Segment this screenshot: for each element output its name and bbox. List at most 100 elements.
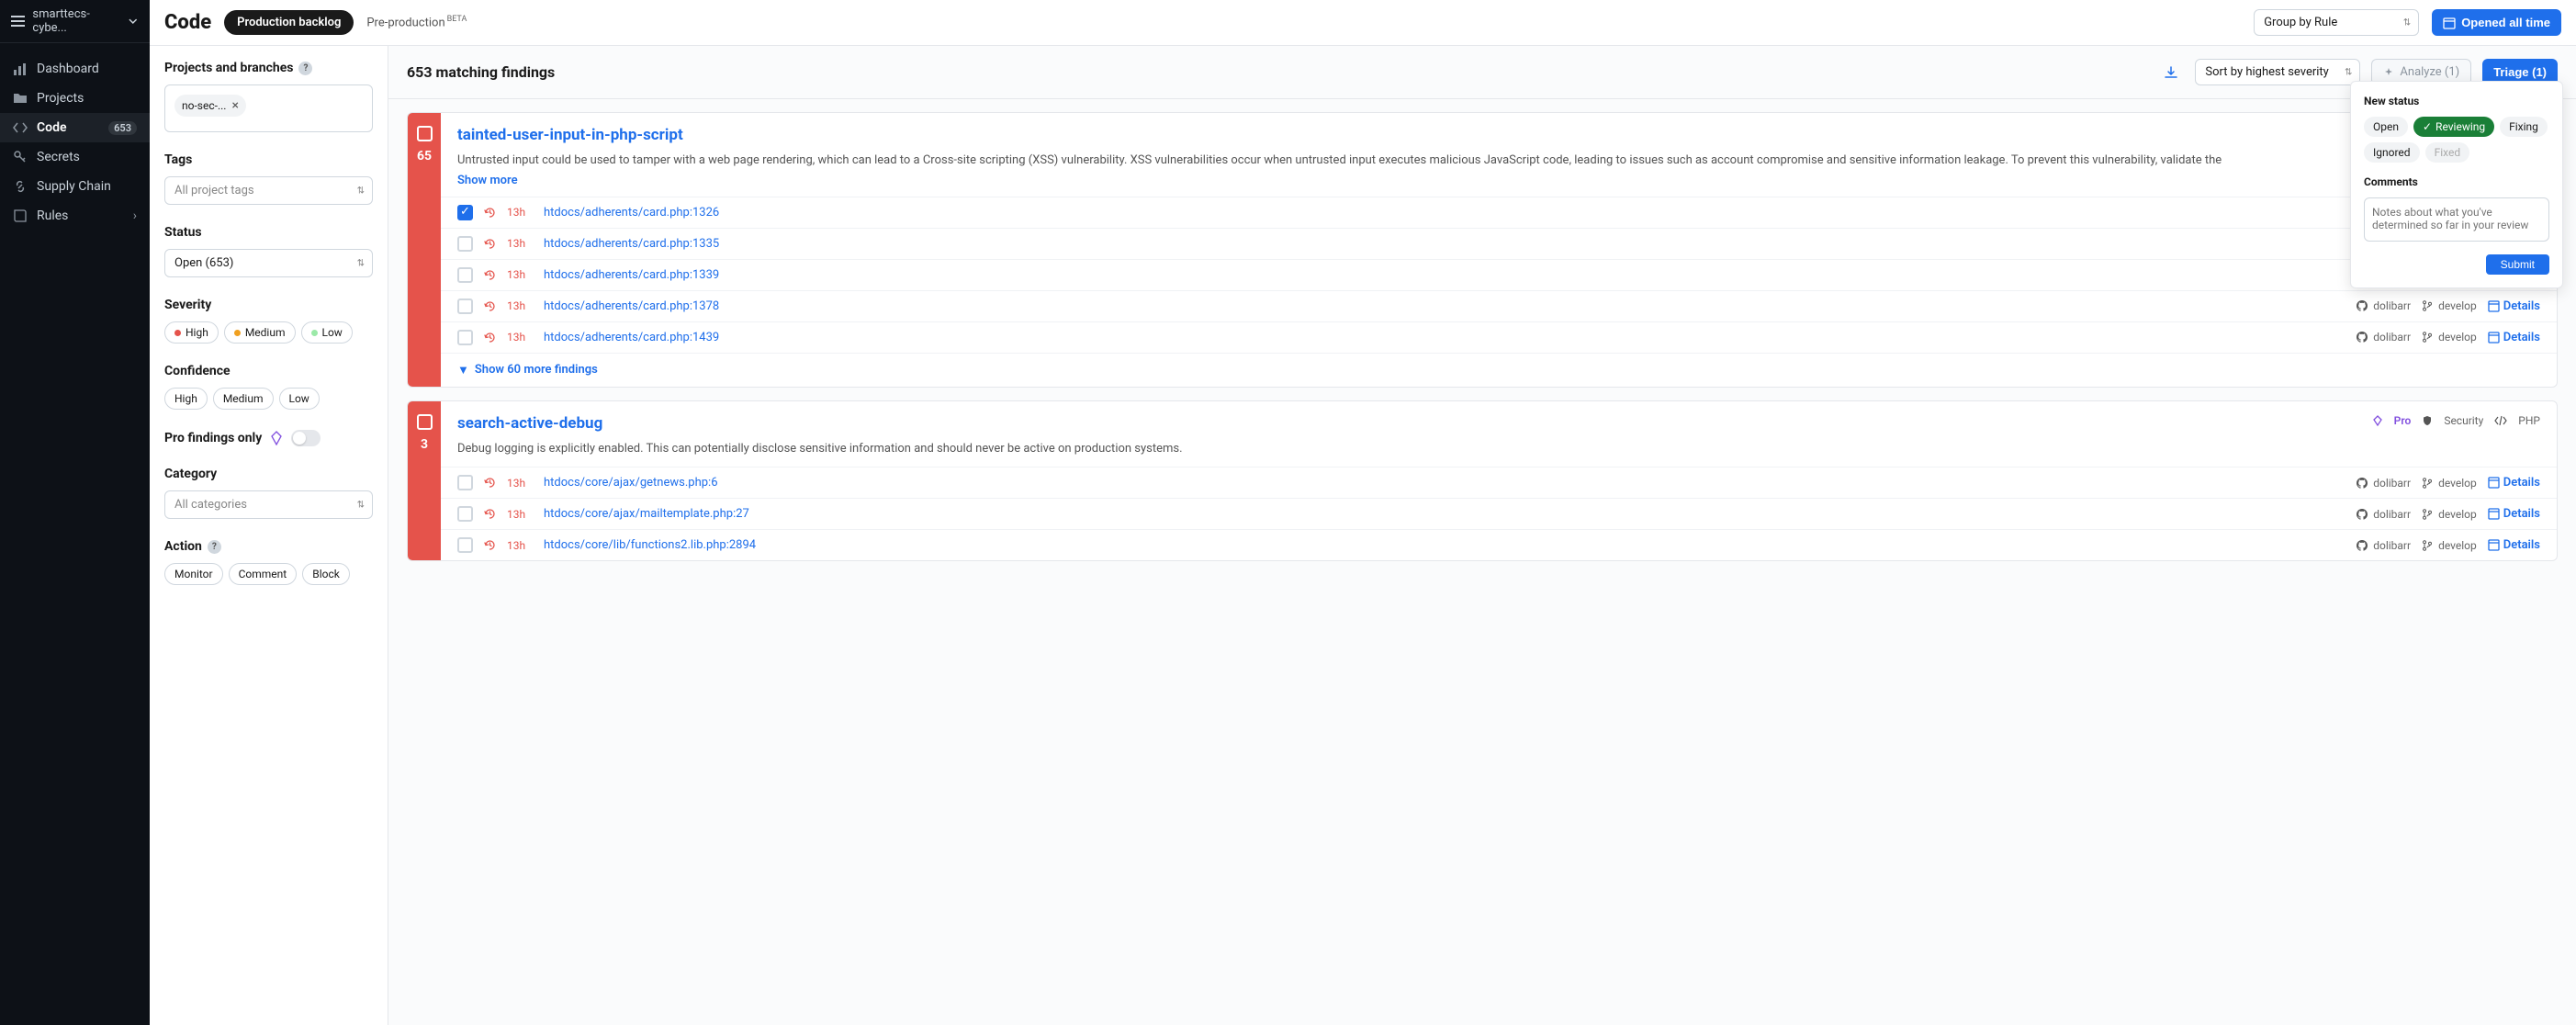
row-checkbox[interactable]: [457, 236, 473, 252]
sort-select[interactable]: Sort by highest severity ⇅: [2195, 59, 2360, 85]
window-icon: [2488, 332, 2500, 344]
category-select[interactable]: All categories ⇅: [164, 490, 373, 519]
finding-row: 13h htdocs/adherents/card.php:1439 dolib…: [441, 321, 2557, 353]
nav-item-dashboard[interactable]: Dashboard: [0, 54, 150, 84]
row-time: 13h: [507, 477, 533, 490]
submit-button[interactable]: Submit: [2486, 254, 2549, 275]
tab-production-backlog[interactable]: Production backlog: [224, 10, 354, 35]
details-link[interactable]: Details: [2488, 299, 2540, 313]
shield-icon: [2422, 415, 2433, 426]
row-branch: develop: [2422, 477, 2477, 490]
row-time: 13h: [507, 206, 533, 219]
findings-area: 653 matching findings Sort by highest se…: [388, 46, 2576, 1025]
row-path[interactable]: htdocs/adherents/card.php:1439: [544, 331, 719, 344]
diamond-icon: [269, 431, 284, 445]
details-link[interactable]: Details: [2488, 331, 2540, 344]
nav-item-code[interactable]: Code653: [0, 113, 150, 142]
nav: DashboardProjectsCode653SecretsSupply Ch…: [0, 43, 150, 231]
confidence-chip-high[interactable]: High: [164, 388, 208, 410]
confidence-chip-medium[interactable]: Medium: [213, 388, 274, 410]
project-chip: no-sec-... ×: [174, 95, 246, 117]
nav-item-projects[interactable]: Projects: [0, 84, 150, 113]
row-repo: dolibarr: [2357, 331, 2411, 344]
opened-all-time-button[interactable]: Opened all time: [2432, 9, 2561, 36]
nav-item-rules[interactable]: Rules›: [0, 201, 150, 231]
row-checkbox[interactable]: [457, 205, 473, 220]
action-chip-monitor[interactable]: Monitor: [164, 563, 223, 585]
row-checkbox[interactable]: [457, 267, 473, 283]
filters-panel: Projects and branches ? no-sec-... × Tag…: [150, 46, 388, 1025]
status-chip-ignored[interactable]: Ignored: [2364, 142, 2420, 163]
rule-name[interactable]: search-active-debug: [457, 414, 2354, 433]
new-status-label: New status: [2364, 95, 2549, 107]
confidence-chip-low[interactable]: Low: [279, 388, 320, 410]
row-path[interactable]: htdocs/adherents/card.php:1339: [544, 268, 719, 282]
clock-back-icon: [484, 508, 496, 520]
status-chip-reviewing[interactable]: ✓ Reviewing: [2413, 117, 2494, 137]
filter-status-label: Status: [164, 225, 373, 240]
card-count: 3: [421, 437, 428, 452]
finding-row: 13h htdocs/core/ajax/mailtemplate.php:27…: [441, 498, 2557, 529]
details-link[interactable]: Details: [2488, 507, 2540, 521]
branch-icon: [2422, 478, 2433, 489]
status-chip-open[interactable]: Open: [2364, 117, 2408, 137]
org-switcher[interactable]: smarttecs-cybe...: [0, 0, 150, 43]
org-name: smarttecs-cybe...: [32, 7, 120, 35]
row-path[interactable]: htdocs/core/ajax/getnews.php:6: [544, 476, 718, 490]
show-more-desc[interactable]: Show more: [457, 174, 518, 187]
row-path[interactable]: htdocs/adherents/card.php:1335: [544, 237, 719, 251]
comments-label: Comments: [2364, 175, 2549, 188]
clock-back-icon: [484, 269, 496, 281]
row-checkbox[interactable]: [457, 475, 473, 490]
window-icon: [2488, 300, 2500, 312]
github-icon: [2357, 478, 2368, 489]
branch-icon: [2422, 300, 2433, 311]
action-chip-block[interactable]: Block: [302, 563, 350, 585]
triage-panel: New status Open✓ ReviewingFixingIgnoredF…: [2350, 81, 2563, 288]
help-icon[interactable]: ?: [298, 62, 312, 75]
row-repo: dolibarr: [2357, 539, 2411, 552]
beta-badge: BETA: [447, 15, 467, 24]
filter-pro-label: Pro findings only: [164, 431, 262, 445]
row-checkbox[interactable]: [457, 537, 473, 553]
row-path[interactable]: htdocs/adherents/card.php:1326: [544, 206, 719, 220]
tab-preproduction[interactable]: Pre-productionBETA: [366, 15, 467, 29]
rule-description: Untrusted input could be used to tamper …: [457, 152, 2540, 170]
projects-chipbox[interactable]: no-sec-... ×: [164, 84, 373, 132]
group-by-select[interactable]: Group by Rule ⇅: [2254, 9, 2419, 36]
triangle-down-icon: ▼: [457, 363, 469, 377]
details-link[interactable]: Details: [2488, 538, 2540, 552]
row-repo: dolibarr: [2357, 299, 2411, 312]
github-icon: [2357, 332, 2368, 343]
branch-icon: [2422, 332, 2433, 343]
show-more-findings[interactable]: ▼ Show 60 more findings: [441, 353, 2557, 387]
card-checkbox[interactable]: [417, 126, 433, 141]
calendar-icon: [2443, 17, 2456, 29]
row-branch: develop: [2422, 331, 2477, 344]
row-checkbox[interactable]: [457, 506, 473, 522]
severity-chip-high[interactable]: High: [164, 321, 219, 344]
row-checkbox[interactable]: [457, 298, 473, 314]
caret-icon: ⇅: [2345, 67, 2352, 77]
card-checkbox[interactable]: [417, 414, 433, 430]
tags-select[interactable]: All project tags ⇅: [164, 176, 373, 205]
help-icon[interactable]: ?: [208, 540, 221, 554]
action-chip-comment[interactable]: Comment: [229, 563, 298, 585]
nav-item-secrets[interactable]: Secrets: [0, 142, 150, 172]
code-icon: [2494, 415, 2507, 426]
rule-name[interactable]: tainted-user-input-in-php-script: [457, 126, 2540, 144]
details-link[interactable]: Details: [2488, 476, 2540, 490]
row-checkbox[interactable]: [457, 330, 473, 345]
severity-chip-low[interactable]: Low: [301, 321, 353, 344]
row-path[interactable]: htdocs/core/ajax/mailtemplate.php:27: [544, 507, 749, 521]
row-path[interactable]: htdocs/core/lib/functions2.lib.php:2894: [544, 538, 756, 552]
chip-remove-icon[interactable]: ×: [231, 98, 238, 113]
row-path[interactable]: htdocs/adherents/card.php:1378: [544, 299, 719, 313]
status-select[interactable]: Open (653) ⇅: [164, 249, 373, 277]
download-button[interactable]: [2158, 60, 2184, 85]
pro-toggle[interactable]: [291, 430, 321, 446]
severity-chip-medium[interactable]: Medium: [224, 321, 296, 344]
comments-input[interactable]: [2364, 197, 2549, 242]
status-chip-fixing[interactable]: Fixing: [2500, 117, 2548, 137]
nav-item-supply-chain[interactable]: Supply Chain: [0, 172, 150, 201]
